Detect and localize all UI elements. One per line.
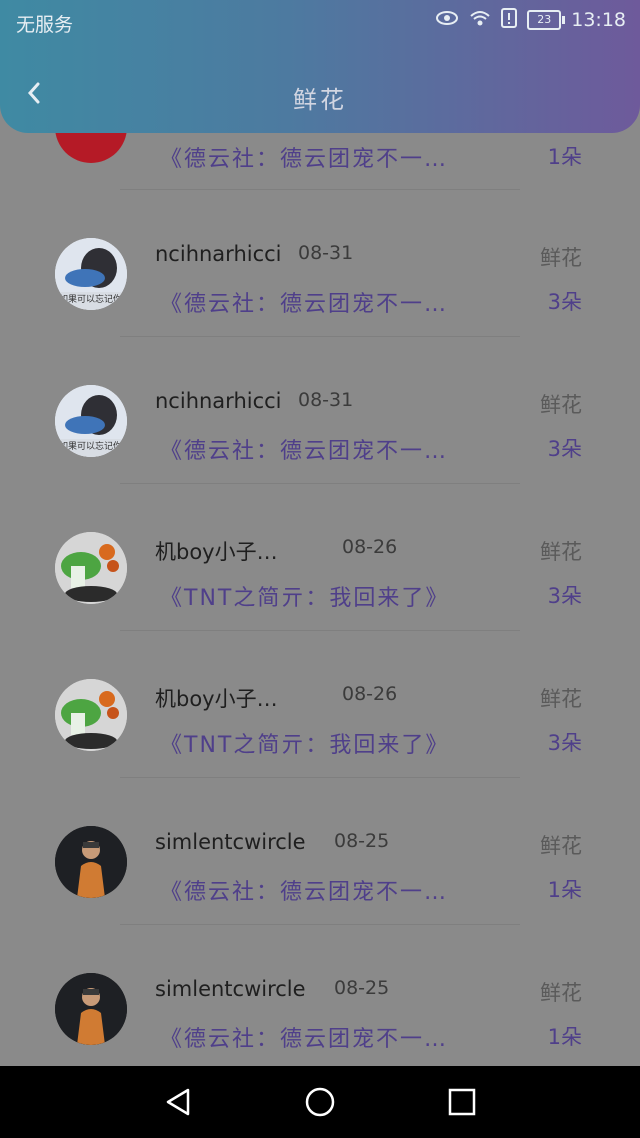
avatar-caption: 如果可以忘记你 — [59, 440, 122, 452]
nav-bar: 鲜花 — [0, 60, 640, 130]
recent-square-icon[interactable] — [446, 1086, 478, 1118]
status-icons: 23 13:18 — [435, 8, 626, 32]
eye-icon — [435, 10, 459, 30]
cabbage-avatar-image — [55, 532, 127, 604]
gift-type: 鲜花 — [540, 393, 582, 417]
list-item[interactable]: 机boy小子… 08-26 鲜花 《TNT之简亓：我回来了》 3朵 — [0, 484, 640, 631]
work-title: 《德云社：德云团宠不一… — [160, 880, 449, 905]
work-title: 《德云社：德云团宠不一… — [160, 292, 449, 317]
carrier-text: 无服务 — [16, 14, 74, 36]
list-item[interactable]: simlentcwircle 08-25 鲜花 《德云社：德云团宠不一… 1朵 — [0, 778, 640, 925]
system-nav-bar — [0, 1066, 640, 1138]
user-name: 机boy小子… — [155, 687, 278, 711]
date: 08-31 — [298, 242, 354, 264]
work-title: 《TNT之简亓：我回来了》 — [160, 733, 450, 758]
header: 无服务 23 13:18 鲜花 — [0, 0, 640, 133]
battery-icon: 23 — [527, 10, 566, 30]
photo-avatar-image: 如果可以忘记你 — [55, 238, 127, 310]
wifi-icon — [469, 9, 491, 31]
flower-count: 3朵 — [547, 437, 582, 461]
flower-count: 3朵 — [547, 584, 582, 608]
character-avatar-image — [55, 973, 127, 1045]
date: 08-31 — [298, 389, 354, 411]
user-name: ncihnarhicci — [155, 242, 282, 266]
user-name: simlentcwircle — [155, 830, 306, 854]
flower-count: 1朵 — [547, 1025, 582, 1049]
flower-count: 1朵 — [547, 145, 582, 169]
work-title: 《德云社：德云团宠不一… — [160, 439, 449, 464]
avatar[interactable] — [55, 532, 127, 604]
flower-count: 3朵 — [547, 290, 582, 314]
character-avatar-image — [55, 826, 127, 898]
date: 08-26 — [342, 683, 398, 705]
status-bar: 无服务 23 13:18 — [0, 0, 640, 44]
page-title: 鲜花 — [293, 86, 347, 114]
work-title: 《德云社：德云团宠不一… — [160, 1027, 449, 1052]
home-circle-icon[interactable] — [304, 1086, 336, 1118]
avatar[interactable] — [55, 826, 127, 898]
gift-type: 鲜花 — [540, 687, 582, 711]
user-name: 机boy小子… — [155, 540, 278, 564]
cabbage-avatar-image — [55, 679, 127, 751]
alert-icon — [501, 8, 518, 32]
photo-avatar-image: 如果可以忘记你 — [55, 385, 127, 457]
date: 08-26 — [342, 536, 398, 558]
user-name: ncihnarhicci — [155, 389, 282, 413]
date: 08-25 — [334, 830, 390, 852]
work-title: 《TNT之简亓：我回来了》 — [160, 586, 450, 611]
list-item[interactable]: 机boy小子… 08-26 鲜花 《TNT之简亓：我回来了》 3朵 — [0, 631, 640, 778]
clock-text: 13:18 — [571, 9, 626, 31]
avatar[interactable] — [55, 973, 127, 1045]
list-item[interactable]: 如果可以忘记你 ncihnarhicci 08-31 鲜花 《德云社：德云团宠不… — [0, 190, 640, 337]
gift-type: 鲜花 — [540, 540, 582, 564]
avatar[interactable]: 如果可以忘记你 — [55, 238, 127, 310]
back-triangle-icon[interactable] — [162, 1086, 194, 1118]
list-item[interactable]: 如果可以忘记你 ncihnarhicci 08-31 鲜花 《德云社：德云团宠不… — [0, 337, 640, 484]
gift-type: 鲜花 — [540, 981, 582, 1005]
avatar-caption: 如果可以忘记你 — [59, 293, 122, 305]
avatar[interactable] — [55, 679, 127, 751]
date: 08-25 — [334, 977, 390, 999]
user-name: simlentcwircle — [155, 977, 306, 1001]
gift-type: 鲜花 — [540, 246, 582, 270]
flower-count: 3朵 — [547, 731, 582, 755]
avatar[interactable]: 如果可以忘记你 — [55, 385, 127, 457]
list-item[interactable]: simlentcwircle 08-25 鲜花 《德云社：德云团宠不一… 1朵 — [0, 925, 640, 1066]
work-title: 《德云社：德云团宠不一… — [160, 147, 449, 172]
flower-count: 1朵 — [547, 878, 582, 902]
gift-type: 鲜花 — [540, 834, 582, 858]
flower-list[interactable]: 《德云社：德云团宠不一… 1朵 如果可以忘记你 ncihnarhicci 08-… — [0, 0, 640, 1066]
